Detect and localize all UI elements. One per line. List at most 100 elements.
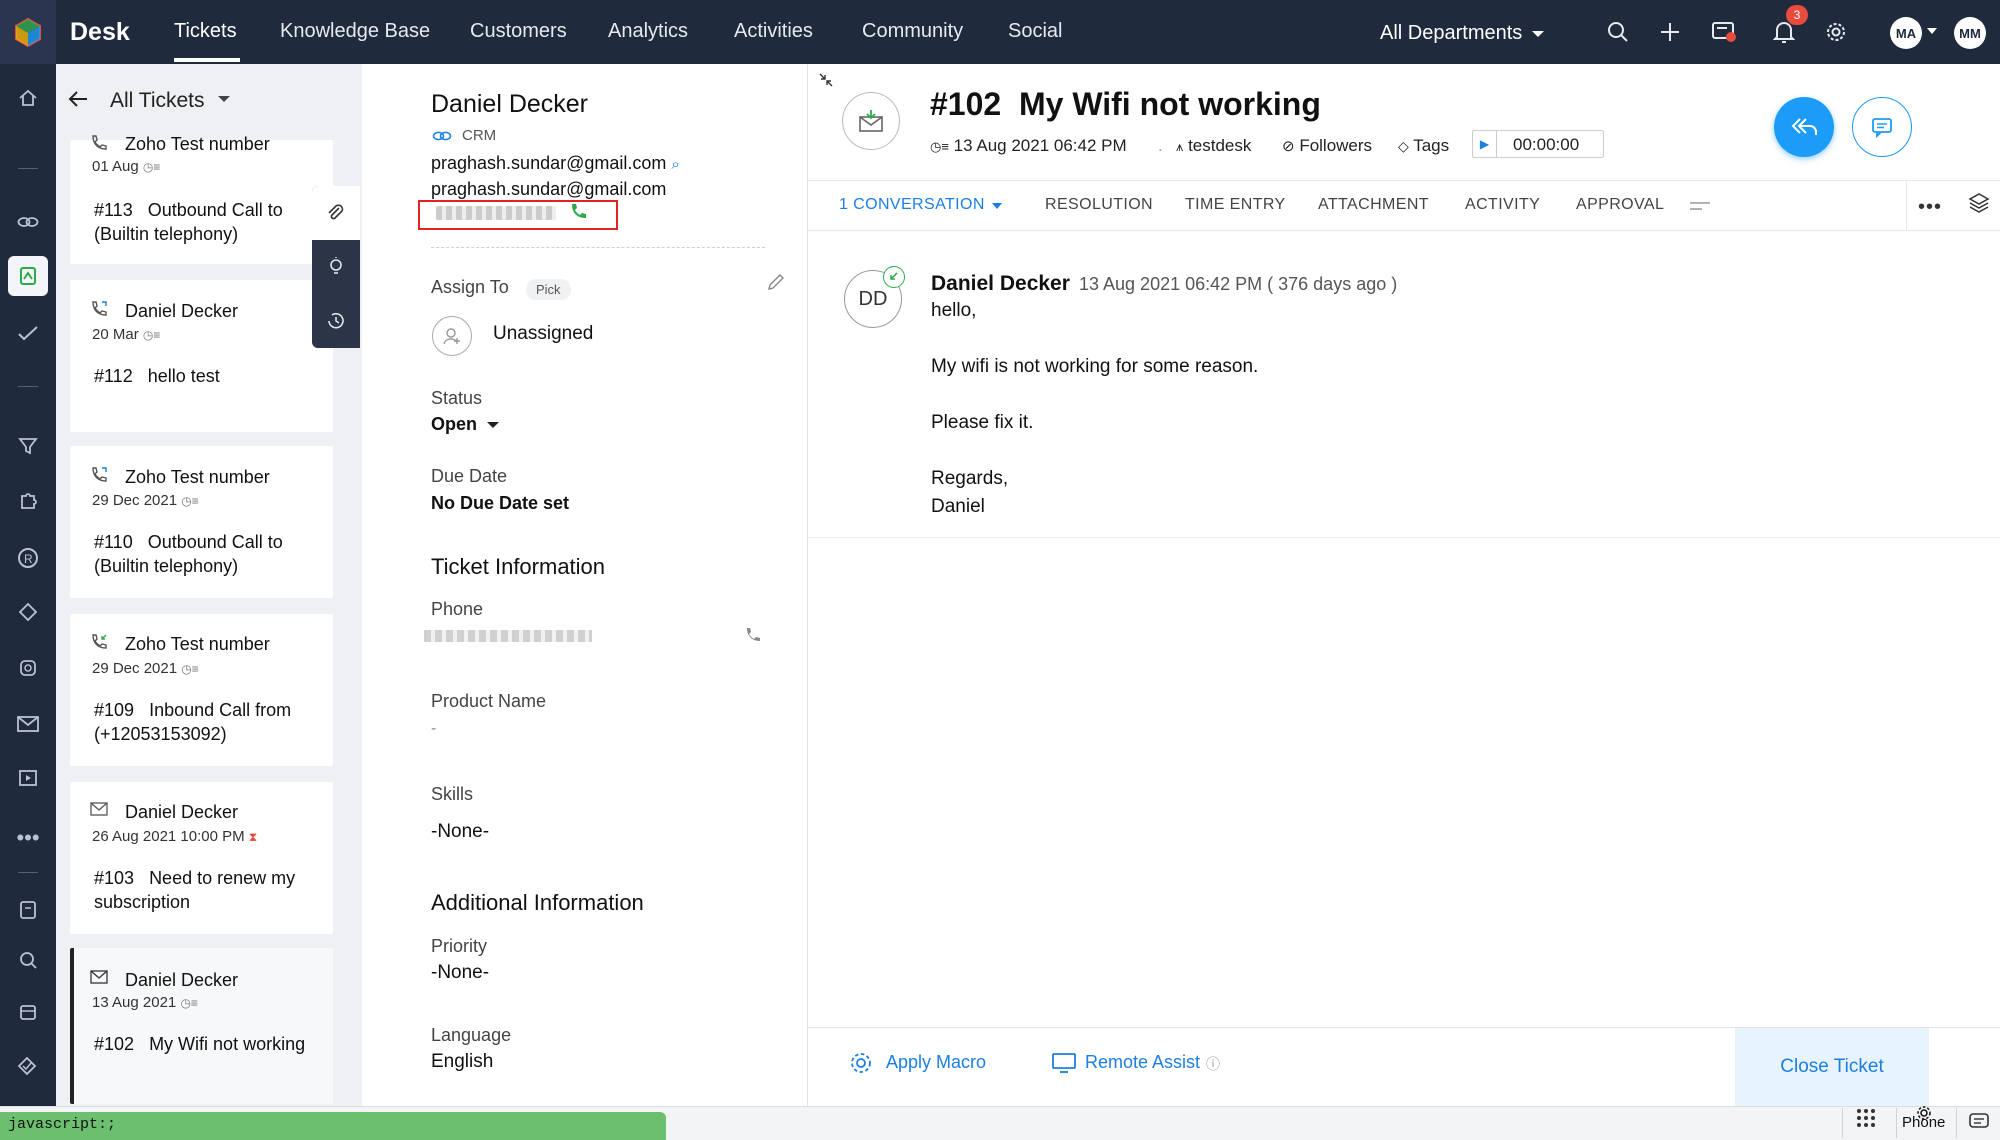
view-selector-title[interactable]: All Tickets — [110, 89, 205, 113]
sla-clock-icon: ◷≡ — [180, 996, 198, 1010]
app-logo-icon[interactable] — [0, 0, 56, 64]
ticket-detail-panel — [808, 64, 2000, 1106]
back-arrow-icon[interactable] — [68, 88, 88, 114]
ticket-subject: #110 Outbound Call to (Builtin telephony… — [94, 530, 324, 578]
ticket-date-text: 29 Dec 2021 — [92, 492, 178, 509]
tabs-bottom-divider — [808, 230, 2000, 231]
collapse-arrows-icon[interactable] — [818, 72, 834, 93]
followers-meta[interactable]: ⊘ Followers — [1282, 136, 1372, 156]
ticket-number: #103 — [94, 868, 135, 888]
contact-email[interactable]: praghash.sundar@gmail.com ⌕ — [431, 153, 680, 174]
checklist-icon[interactable] — [12, 1050, 44, 1082]
tag-icon: ◇ — [1398, 138, 1409, 154]
puzzle-icon[interactable] — [12, 484, 44, 516]
nav-analytics[interactable]: Analytics — [608, 20, 688, 43]
search-records-icon[interactable] — [12, 944, 44, 976]
tag-icon[interactable] — [12, 596, 44, 628]
search-icon[interactable] — [1604, 18, 1632, 46]
nav-customers[interactable]: Customers — [470, 20, 567, 43]
skills-label: Skills — [431, 784, 474, 804]
reports-icon[interactable] — [12, 894, 44, 926]
mail-icon[interactable] — [12, 708, 44, 740]
contact-email-text: praghash.sundar@gmail.com — [431, 153, 667, 173]
due-date-value[interactable]: No Due Date set — [431, 493, 569, 514]
chat-widget-icon[interactable] — [1968, 1112, 1990, 1137]
conversation-chevron-down-icon[interactable] — [992, 203, 1002, 209]
tickets-icon[interactable] — [8, 256, 48, 296]
phone-call-icon[interactable] — [744, 626, 762, 649]
search-email-icon[interactable]: ⌕ — [671, 156, 679, 173]
contact-secondary-email[interactable]: praghash.sundar@gmail.com — [431, 179, 666, 200]
tab-overflow-icon[interactable] — [1690, 200, 1710, 218]
assignee-name[interactable]: Unassigned — [493, 323, 593, 345]
radar-icon[interactable]: R — [12, 542, 44, 574]
message-author[interactable]: Daniel Decker — [931, 272, 1070, 296]
link-icon[interactable] — [12, 206, 44, 238]
add-icon[interactable] — [1656, 18, 1684, 46]
ticket-date-text: 20 Mar — [92, 326, 139, 343]
close-ticket-button[interactable]: Close Ticket — [1735, 1028, 1929, 1106]
remote-assist-button[interactable]: Remote Assist — [1085, 1052, 1200, 1073]
settings-gear-icon[interactable] — [1822, 18, 1850, 46]
product-name-value[interactable]: - — [431, 720, 436, 738]
attachment-tool-icon[interactable] — [312, 186, 360, 240]
view-chevron-down-icon[interactable] — [218, 96, 230, 102]
apps-grid-icon[interactable] — [1856, 1108, 1876, 1136]
tab-resolution[interactable]: RESOLUTION — [1045, 196, 1153, 214]
reply-button[interactable] — [1774, 97, 1834, 157]
contact-name[interactable]: Daniel Decker — [431, 90, 588, 119]
status-dropdown[interactable]: Open — [431, 414, 500, 435]
avatar-chevron-down-icon[interactable] — [1927, 28, 1937, 34]
home-icon[interactable] — [12, 82, 44, 114]
assignee-avatar-icon[interactable] — [432, 316, 472, 356]
phone-widget-label[interactable]: Phone — [1902, 1114, 1945, 1131]
chat-bot-icon[interactable] — [12, 652, 44, 684]
nav-tickets[interactable]: Tickets — [174, 20, 237, 43]
play-timer-icon[interactable]: ▶ — [1473, 131, 1497, 157]
tab-conversation[interactable]: 1 CONVERSATION — [839, 196, 985, 214]
pick-button[interactable]: Pick — [526, 279, 571, 300]
followers-label: Followers — [1299, 136, 1373, 155]
language-value[interactable]: English — [431, 1051, 493, 1073]
org-avatar[interactable]: MM — [1954, 17, 1986, 49]
comment-button[interactable] — [1852, 97, 1912, 157]
tab-attachment[interactable]: ATTACHMENT — [1318, 196, 1429, 214]
chevron-down-icon — [1532, 30, 1545, 37]
sla-clock-icon: ◷≡ — [142, 160, 161, 174]
more-apps-icon[interactable]: ••• — [12, 822, 44, 854]
created-time: ◷≡ 13 Aug 2021 06:42 PM — [930, 136, 1127, 156]
tab-approval[interactable]: APPROVAL — [1576, 196, 1664, 214]
rail-divider — [18, 168, 38, 169]
apply-macro-button[interactable]: Apply Macro — [886, 1052, 986, 1073]
archive-icon[interactable] — [12, 996, 44, 1028]
nav-knowledge-base[interactable]: Knowledge Base — [280, 20, 430, 43]
ticket-alert-icon[interactable] — [1710, 18, 1738, 46]
layers-icon[interactable] — [1968, 192, 1990, 219]
edit-pencil-icon[interactable] — [766, 272, 786, 297]
monitor-icon[interactable] — [1052, 1053, 1076, 1079]
nav-community[interactable]: Community — [862, 20, 963, 43]
ticket-title: #102 My Wifi not working — [930, 86, 1321, 123]
tasks-check-icon[interactable] — [12, 318, 44, 350]
video-icon[interactable] — [12, 762, 44, 794]
rail-divider — [18, 872, 38, 873]
department-selector[interactable]: All Departments — [1380, 22, 1545, 45]
ticket-number: #113 — [94, 200, 133, 220]
user-avatar[interactable]: MA — [1890, 17, 1922, 49]
additional-information-heading: Additional Information — [431, 890, 644, 915]
info-icon[interactable]: ⓘ — [1206, 1054, 1220, 1074]
lightbulb-icon[interactable] — [312, 240, 360, 294]
contact-divider — [431, 247, 765, 248]
macro-gear-icon[interactable] — [848, 1050, 874, 1082]
history-icon[interactable] — [312, 294, 360, 348]
department-meta[interactable]: ⩚ testdesk — [1176, 136, 1251, 156]
skills-value[interactable]: -None- — [431, 821, 489, 843]
tab-time-entry[interactable]: TIME ENTRY — [1185, 196, 1286, 214]
nav-social[interactable]: Social — [1008, 20, 1062, 43]
tags-meta[interactable]: ◇ Tags — [1398, 136, 1449, 156]
more-options-icon[interactable]: ••• — [1918, 196, 1942, 219]
tab-activity[interactable]: ACTIVITY — [1465, 196, 1540, 214]
priority-value[interactable]: -None- — [431, 962, 489, 984]
nav-activities[interactable]: Activities — [734, 20, 813, 43]
filter-funnel-icon[interactable] — [12, 430, 44, 462]
